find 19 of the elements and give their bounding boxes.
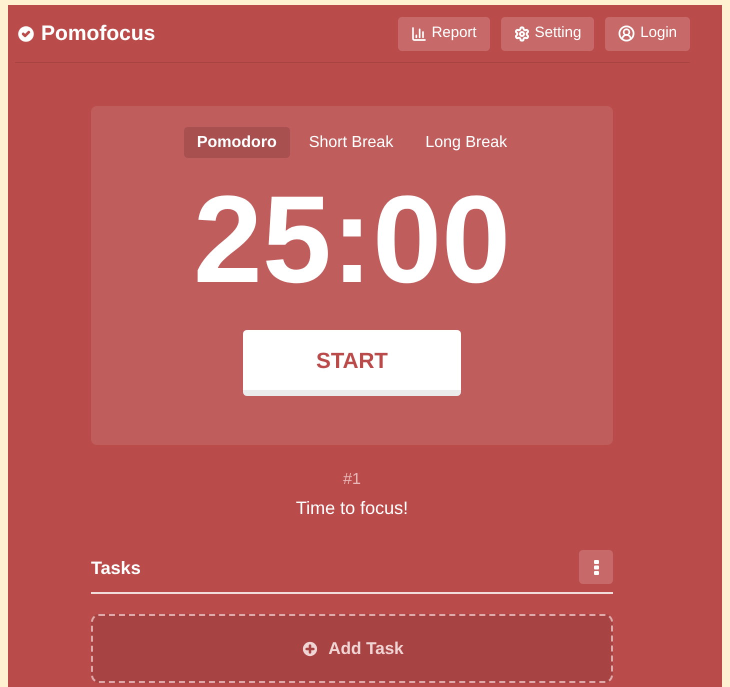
user-icon [618, 25, 636, 42]
mode-tab[interactable]: Pomodoro [184, 127, 290, 158]
header-button[interactable]: Setting [500, 16, 594, 50]
bar-chart-icon [410, 26, 427, 42]
mode-tab[interactable]: Short Break [296, 127, 406, 158]
settings-icon [514, 26, 530, 42]
timer-display: 25:00 [193, 170, 511, 310]
app-logo[interactable]: Pomofocus [41, 18, 156, 50]
mode-tab[interactable]: Long Break [412, 127, 520, 158]
plus-circle-icon [300, 638, 320, 658]
header-button[interactable]: Login [605, 16, 690, 50]
tasks-menu-button[interactable] [579, 550, 613, 584]
more-icon [594, 560, 598, 574]
start-button[interactable]: START [243, 330, 461, 396]
add-task-button[interactable]: Add Task [91, 614, 613, 683]
session-count: #1 [343, 470, 361, 490]
header-button[interactable]: Report [398, 16, 490, 50]
tasks-title: Tasks [91, 556, 141, 580]
focus-message: Time to focus! [296, 497, 408, 520]
